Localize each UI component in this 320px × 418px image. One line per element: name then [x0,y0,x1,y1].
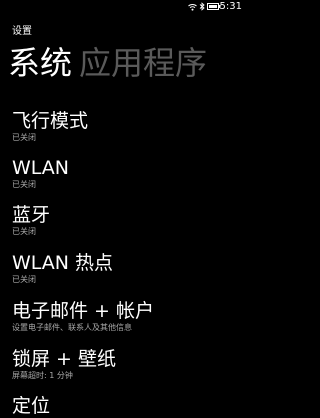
tab-system[interactable]: 系统 [8,41,72,85]
item-title: 锁屏 + 壁纸 [12,348,116,370]
tab-applications[interactable]: 应用程序 [79,41,207,85]
item-status: 已关闭 [12,227,36,236]
list-item-lockscreen-wallpaper[interactable]: 锁屏 + 壁纸 屏幕超时: 1 分钟 [12,347,242,381]
list-item-airplane-mode[interactable]: 飞行模式 已关闭 [12,109,242,143]
item-status: 已关闭 [12,133,36,142]
bluetooth-icon [199,2,205,11]
item-status: 已关闭 [12,180,36,189]
list-item-wlan-hotspot[interactable]: WLAN 热点 已关闭 [12,251,242,285]
wifi-icon [188,3,197,11]
pivot-header: 系统 应用程序 [8,41,214,85]
item-title: WLAN [12,157,70,179]
status-icons [188,2,221,11]
item-status: 已关闭 [12,275,36,284]
item-title: 定位 [12,395,51,417]
item-description: 屏幕超时: 1 分钟 [12,371,73,380]
item-title: 飞行模式 [12,110,89,132]
list-item-wlan[interactable]: WLAN 已关闭 [12,156,242,190]
status-time: 5:31 [219,1,242,12]
item-title: 蓝牙 [12,204,51,226]
list-item-location[interactable]: 定位 [12,394,242,418]
list-item-bluetooth[interactable]: 蓝牙 已关闭 [12,203,242,237]
list-item-email-accounts[interactable]: 电子邮件 + 帐户 设置电子邮件、联系人及其他信息 [12,299,242,333]
status-bar: 5:31 [0,0,245,14]
app-title: 设置 [12,26,32,37]
item-title: WLAN 热点 [12,252,114,274]
item-title: 电子邮件 + 帐户 [12,300,154,322]
item-description: 设置电子邮件、联系人及其他信息 [12,323,132,332]
